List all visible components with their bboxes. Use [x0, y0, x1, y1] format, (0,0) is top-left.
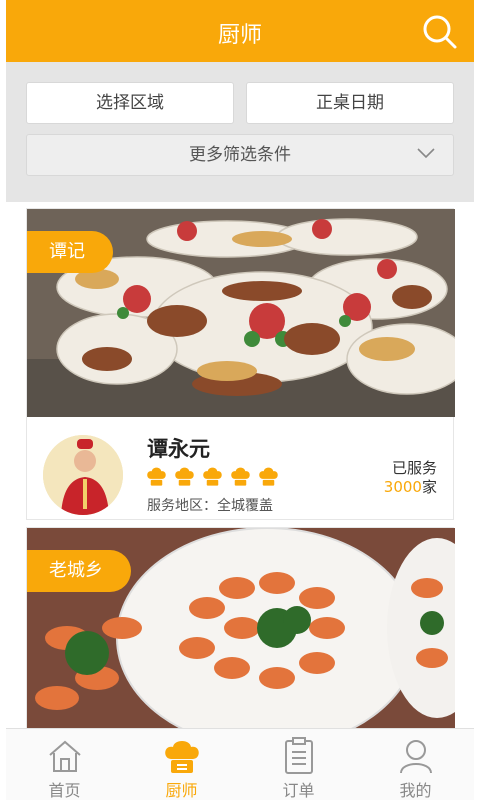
chef-hat-icon: [164, 741, 199, 773]
chef-hat-rating-icon: [231, 467, 250, 486]
home-icon: [48, 740, 81, 772]
tab-chef[interactable]: 厨师: [123, 729, 240, 800]
filter-panel: 选择区域 正桌日期 更多筛选条件: [6, 62, 474, 202]
chef-hat-rating-icon: [259, 467, 278, 486]
tab-home-label: 首页: [48, 781, 81, 800]
order-list-icon: [284, 737, 313, 774]
chef-card[interactable]: 谭记 谭永元 服务地区：全城覆盖 已服务 3000家: [26, 208, 455, 521]
chef-card[interactable]: 老城乡: [26, 527, 455, 738]
service-area: 服务地区：全城覆盖: [147, 498, 273, 514]
served-number: 3000: [383, 478, 422, 496]
shop-name-tag: 老城乡: [27, 550, 131, 592]
tab-orders-label: 订单: [282, 781, 315, 800]
select-date-button[interactable]: 正桌日期: [246, 82, 454, 124]
more-filters-button[interactable]: 更多筛选条件: [26, 134, 454, 176]
tab-home[interactable]: 首页: [6, 729, 123, 800]
chef-name: 谭永元: [147, 437, 210, 461]
tab-profile-label: 我的: [399, 781, 432, 800]
search-button[interactable]: [420, 12, 460, 52]
search-icon: [423, 15, 457, 49]
chef-rating: [145, 465, 280, 489]
served-suffix: 家: [421, 478, 437, 496]
tab-chef-label: 厨师: [165, 781, 198, 800]
user-icon: [399, 740, 432, 774]
more-filters-label: 更多筛选条件: [189, 145, 291, 165]
shop-name-tag: 谭记: [27, 231, 113, 273]
dish-photo: 老城乡: [27, 528, 455, 738]
chef-hat-rating-icon: [147, 467, 166, 486]
chef-info: 谭永元 服务地区：全城覆盖 已服务 3000家: [27, 417, 455, 521]
served-prefix: 已服务: [391, 459, 437, 477]
served-count: 已服务 3000家: [384, 459, 437, 497]
chef-hat-rating-icon: [175, 467, 194, 486]
select-area-button[interactable]: 选择区域: [26, 82, 234, 124]
page-title: 厨师: [217, 23, 262, 48]
chef-hat-rating-icon: [203, 467, 222, 486]
tab-orders[interactable]: 订单: [240, 729, 357, 800]
app-header: 厨师: [6, 0, 474, 62]
tab-profile[interactable]: 我的: [357, 729, 474, 800]
chef-avatar: [43, 435, 123, 515]
bottom-tab-bar: 首页 厨师 订单 我的: [6, 728, 474, 800]
dish-photo: 谭记: [27, 209, 455, 417]
chevron-down-icon: [417, 148, 435, 159]
